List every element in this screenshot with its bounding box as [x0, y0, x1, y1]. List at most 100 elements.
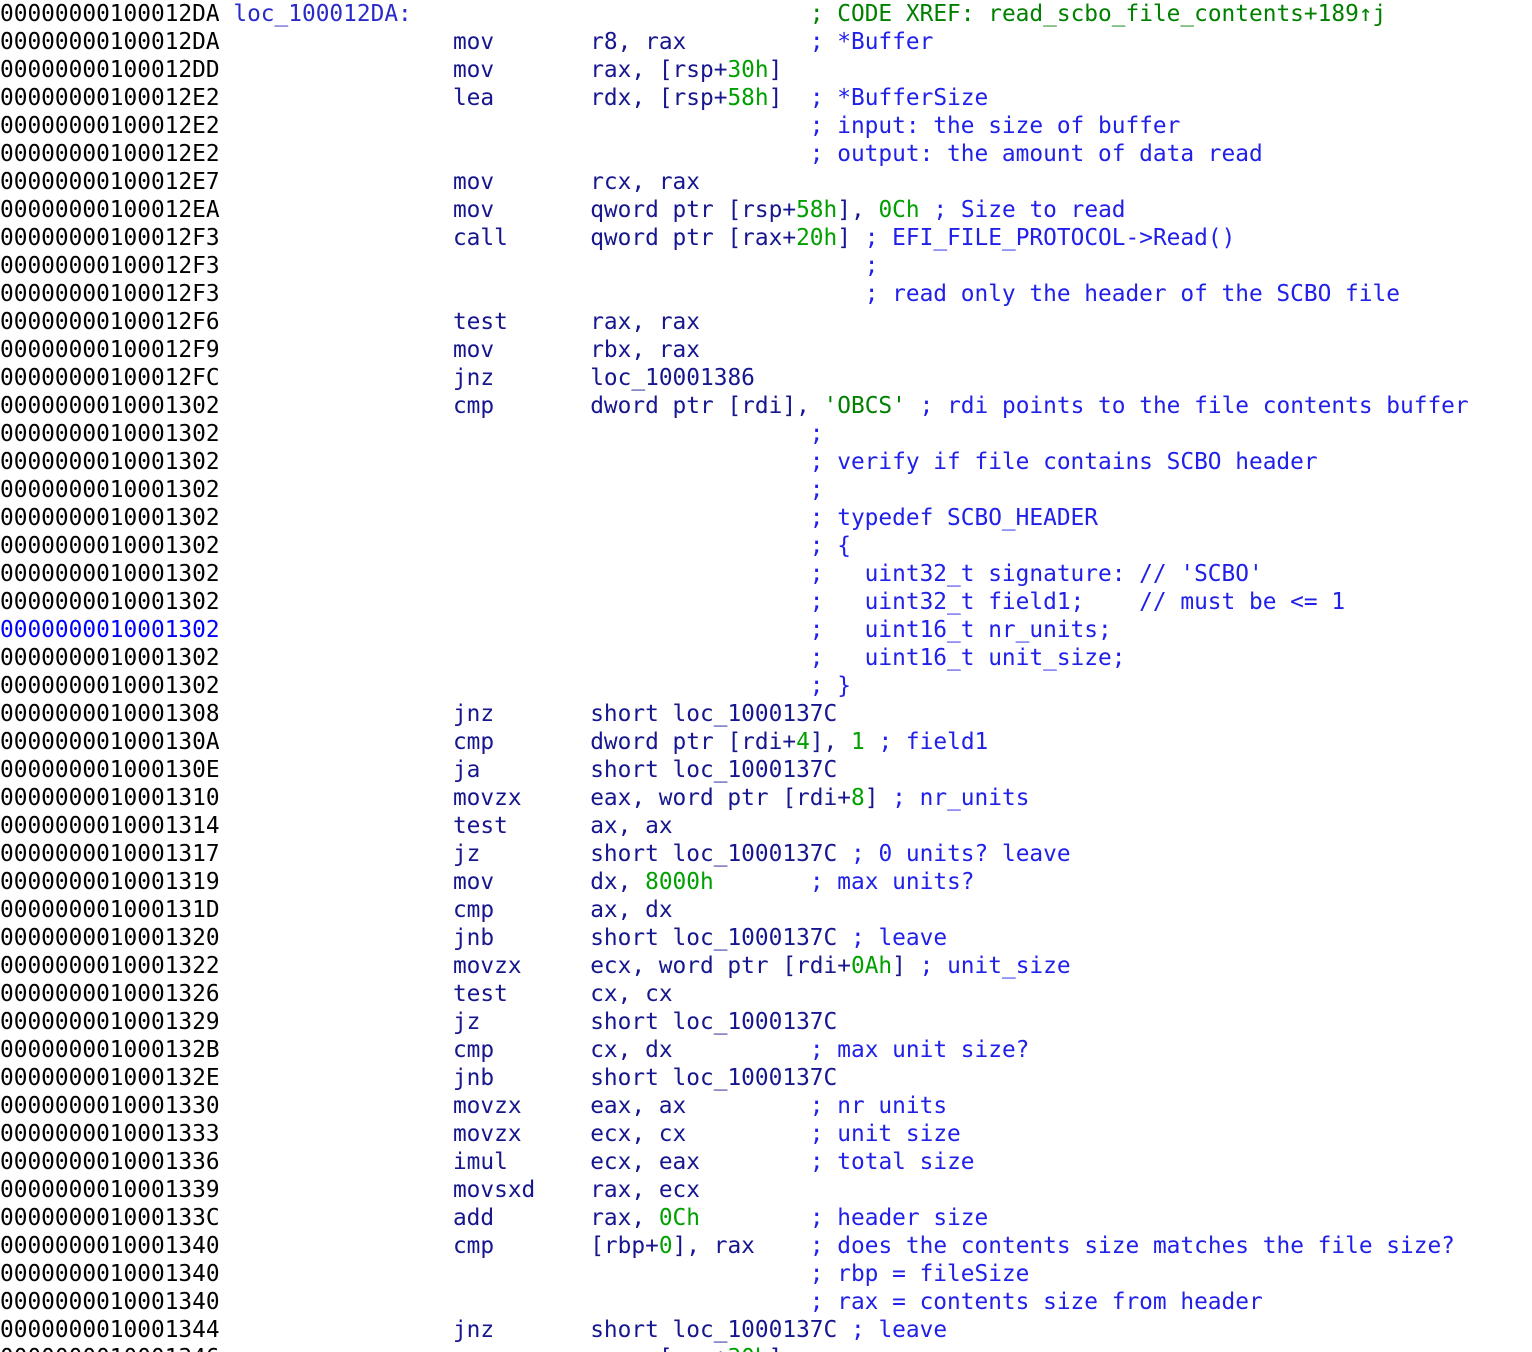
number-literal: 0 — [659, 1233, 673, 1259]
spacer — [494, 897, 590, 923]
comment: ; leave — [851, 925, 947, 951]
instruction-text: jnz — [453, 365, 494, 391]
disasm-line[interactable]: 0000000010001308 jnz short loc_1000137C — [0, 700, 1532, 728]
comment: ; { — [810, 533, 851, 559]
instruction-text: mov — [453, 29, 494, 55]
disasm-line[interactable]: 0000000010001302 ; } — [0, 672, 1532, 700]
spacer — [480, 841, 590, 867]
disasm-line[interactable]: 0000000010001336 imul ecx, eax ; total s… — [0, 1148, 1532, 1176]
instruction-text: ecx, eax — [590, 1149, 700, 1175]
disasm-line[interactable]: 0000000010001302 cmp dword ptr [rdi], 'O… — [0, 392, 1532, 420]
spacer — [220, 925, 453, 951]
disasm-line[interactable]: 00000000100012FC jnz loc_10001386 — [0, 364, 1532, 392]
address: 00000000100012E2 — [0, 113, 220, 139]
disasm-line[interactable]: 0000000010001314 test ax, ax — [0, 812, 1532, 840]
disasm-line[interactable]: 0000000010001302 ; verify if file contai… — [0, 448, 1532, 476]
disasm-line[interactable]: 00000000100012DA loc_100012DA: ; CODE XR… — [0, 0, 1532, 28]
disasm-line[interactable]: 000000001000132B cmp cx, dx ; max unit s… — [0, 1036, 1532, 1064]
address: 00000000100012FC — [0, 365, 220, 391]
instruction-text: rdx, [rsp+ — [590, 85, 727, 111]
disasm-line[interactable]: 0000000010001340 ; rax = contents size f… — [0, 1288, 1532, 1316]
disasm-line[interactable]: 0000000010001319 mov dx, 8000h ; max uni… — [0, 868, 1532, 896]
disasm-line[interactable]: 00000000100012F3 call qword ptr [rax+20h… — [0, 224, 1532, 252]
spacer — [220, 1345, 453, 1352]
disasm-line[interactable]: 0000000010001302 ; uint32_t field1; // m… — [0, 588, 1532, 616]
disasm-line[interactable]: 0000000010001330 movzx eax, ax ; nr unit… — [0, 1092, 1532, 1120]
disasm-line[interactable]: 000000001000130E ja short loc_1000137C — [0, 756, 1532, 784]
spacer — [508, 225, 590, 251]
address: 00000000100012F3 — [0, 253, 220, 279]
address: 0000000010001302 — [0, 673, 220, 699]
spacer — [522, 1093, 591, 1119]
disasm-line[interactable]: 0000000010001302 ; uint16_t nr_units; — [0, 616, 1532, 644]
disasm-line[interactable]: 0000000010001340 ; rbp = fileSize — [0, 1260, 1532, 1288]
disasm-line[interactable]: 0000000010001340 cmp [rbp+0], rax ; does… — [0, 1232, 1532, 1260]
disasm-line[interactable]: 0000000010001302 ; { — [0, 532, 1532, 560]
instruction-text: short loc_1000137C — [590, 925, 837, 951]
disasm-line[interactable]: 00000000100012F3 ; read only the header … — [0, 280, 1532, 308]
disasm-line[interactable]: 0000000010001329 jz short loc_1000137C — [0, 1008, 1532, 1036]
disasm-line[interactable]: 0000000010001317 jz short loc_1000137C ;… — [0, 840, 1532, 868]
disasm-line[interactable]: 0000000010001320 jnb short loc_1000137C … — [0, 924, 1532, 952]
comment: ; verify if file contains SCBO header — [810, 449, 1318, 475]
disasm-line[interactable]: 0000000010001339 movsxd rax, ecx — [0, 1176, 1532, 1204]
disasm-line[interactable]: 000000001000130A cmp dword ptr [rdi+4], … — [0, 728, 1532, 756]
instruction-text: qword ptr [rsp+ — [590, 197, 796, 223]
number-literal: 20h — [796, 225, 837, 251]
instruction-text: ax, ax — [590, 813, 672, 839]
spacer — [220, 1289, 810, 1315]
comment: ; 0 units? leave — [851, 841, 1071, 867]
instruction-text: cmp — [453, 393, 494, 419]
address: 00000000100012DA — [0, 1, 220, 27]
spacer — [220, 785, 453, 811]
address: 0000000010001326 — [0, 981, 220, 1007]
spacer — [220, 113, 810, 139]
address: 0000000010001340 — [0, 1233, 220, 1259]
spacer — [494, 1233, 590, 1259]
disasm-line[interactable]: 0000000010001346 mov rax, [rsp+30h] — [0, 1344, 1532, 1352]
address: 0000000010001302 — [0, 505, 220, 531]
instruction-text: mov — [453, 337, 494, 363]
disasm-line[interactable]: 00000000100012E2 lea rdx, [rsp+58h] ; *B… — [0, 84, 1532, 112]
disasm-line[interactable]: 00000000100012DD mov rax, [rsp+30h] — [0, 56, 1532, 84]
comment: ; rdi points to the file contents buffer — [920, 393, 1469, 419]
disasm-line[interactable]: 00000000100012E2 ; output: the amount of… — [0, 140, 1532, 168]
disasm-line[interactable]: 000000001000132E jnb short loc_1000137C — [0, 1064, 1532, 1092]
spacer — [686, 29, 810, 55]
disasm-line[interactable]: 0000000010001344 jnz short loc_1000137C … — [0, 1316, 1532, 1344]
disasm-line[interactable]: 00000000100012F9 mov rbx, rax — [0, 336, 1532, 364]
disasm-line[interactable]: 0000000010001302 ; typedef SCBO_HEADER — [0, 504, 1532, 532]
spacer — [508, 309, 590, 335]
spacer — [220, 421, 810, 447]
address: 0000000010001302 — [0, 561, 220, 587]
spacer — [220, 449, 810, 475]
disasm-line[interactable]: 0000000010001302 ; — [0, 420, 1532, 448]
disasm-line[interactable]: 0000000010001302 ; uint16_t unit_size; — [0, 644, 1532, 672]
disasm-line[interactable]: 000000001000131D cmp ax, dx — [0, 896, 1532, 924]
disasm-line[interactable]: 00000000100012F3 ; — [0, 252, 1532, 280]
spacer — [220, 617, 810, 643]
address: 0000000010001333 — [0, 1121, 220, 1147]
disasm-line[interactable]: 00000000100012DA mov r8, rax ; *Buffer — [0, 28, 1532, 56]
disasm-line[interactable]: 0000000010001302 ; — [0, 476, 1532, 504]
spacer — [220, 897, 453, 923]
disasm-line[interactable]: 0000000010001326 test cx, cx — [0, 980, 1532, 1008]
disasm-line[interactable]: 00000000100012E2 ; input: the size of bu… — [0, 112, 1532, 140]
disasm-line[interactable]: 000000001000133C add rax, 0Ch ; header s… — [0, 1204, 1532, 1232]
instruction-text: rax, [rsp+ — [590, 57, 727, 83]
address: 000000001000132B — [0, 1037, 220, 1063]
disasm-line[interactable]: 00000000100012F6 test rax, rax — [0, 308, 1532, 336]
disasm-line[interactable]: 0000000010001333 movzx ecx, cx ; unit si… — [0, 1120, 1532, 1148]
spacer — [714, 869, 810, 895]
disasm-line[interactable]: 00000000100012EA mov qword ptr [rsp+58h]… — [0, 196, 1532, 224]
spacer — [220, 1037, 453, 1063]
disasm-line[interactable]: 0000000010001322 movzx ecx, word ptr [rd… — [0, 952, 1532, 980]
address: 0000000010001344 — [0, 1317, 220, 1343]
disasm-line[interactable]: 00000000100012E7 mov rcx, rax — [0, 168, 1532, 196]
comment: ; total size — [810, 1149, 975, 1175]
spacer — [700, 1205, 810, 1231]
address: 0000000010001339 — [0, 1177, 220, 1203]
disasm-line[interactable]: 0000000010001310 movzx eax, word ptr [rd… — [0, 784, 1532, 812]
spacer — [535, 1177, 590, 1203]
disasm-line[interactable]: 0000000010001302 ; uint32_t signature: /… — [0, 560, 1532, 588]
